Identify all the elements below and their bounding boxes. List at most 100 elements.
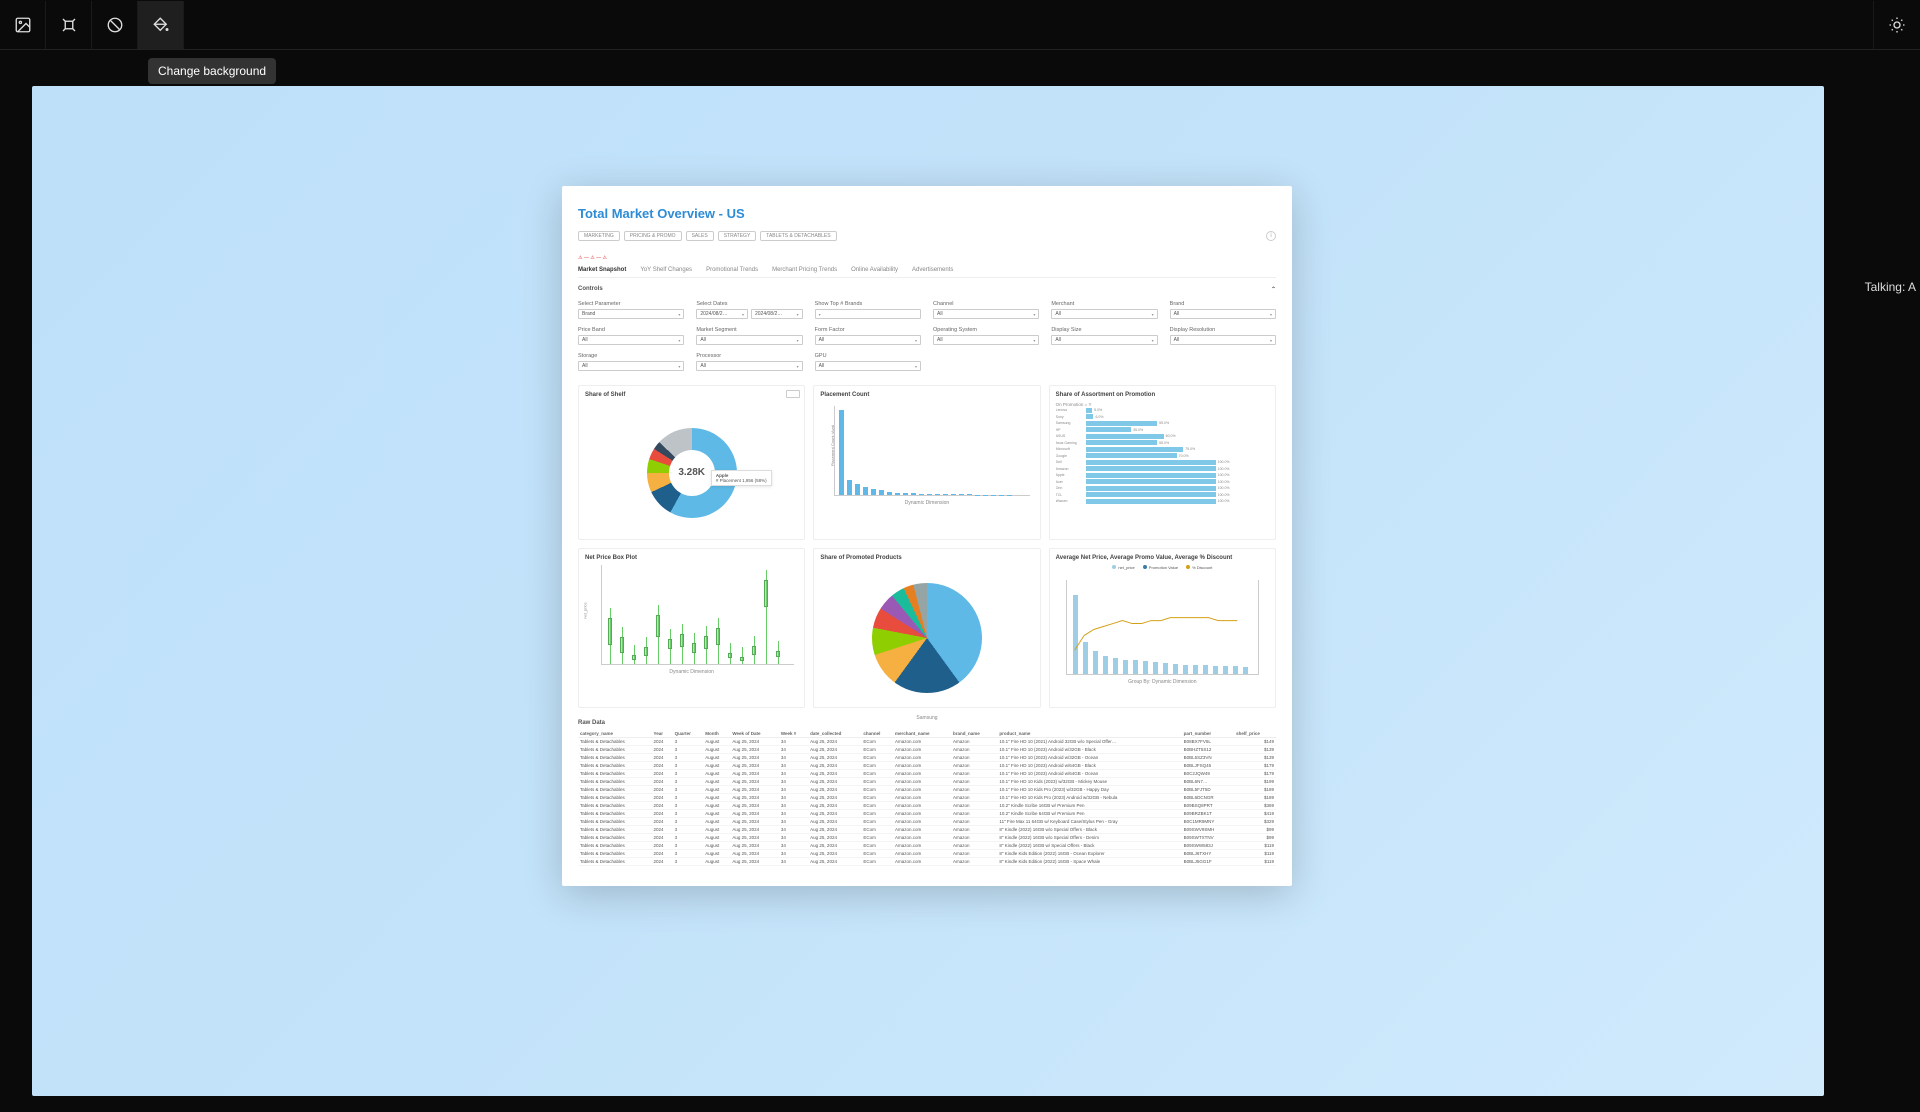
table-row[interactable]: Tablets & Detachables20243AugustAug 25, … <box>578 746 1276 754</box>
donut-chart: 3.28K Apple # Placement 1,856 (58%) <box>647 428 737 518</box>
control-label: Processor <box>696 353 802 359</box>
table-row[interactable]: Tablets & Detachables20243AugustAug 25, … <box>578 770 1276 778</box>
chart-title: Net Price Box Plot <box>585 555 798 561</box>
control-select[interactable]: All <box>815 361 921 371</box>
table-row[interactable]: Tablets & Detachables20243AugustAug 25, … <box>578 738 1276 746</box>
expand-icon[interactable] <box>786 390 800 398</box>
table-row[interactable]: Tablets & Detachables20243AugustAug 25, … <box>578 778 1276 786</box>
chart-title: Average Net Price, Average Promo Value, … <box>1056 555 1269 561</box>
table-row[interactable]: Tablets & Detachables20243AugustAug 25, … <box>578 834 1276 842</box>
table-row[interactable]: Tablets & Detachables20243AugustAug 25, … <box>578 810 1276 818</box>
control-formfactor: Form Factor All <box>815 327 921 345</box>
frame-tool-button[interactable] <box>46 1 92 49</box>
date-to-input[interactable]: 2024/08/2… <box>751 309 803 319</box>
control-label: Select Parameter <box>578 301 684 307</box>
chart-title: Share of Shelf <box>585 392 798 398</box>
table-header: date_collected <box>808 730 861 738</box>
control-select[interactable]: All <box>1051 309 1157 319</box>
theme-toggle-button[interactable] <box>1874 1 1920 49</box>
control-label: Price Band <box>578 327 684 333</box>
table-row[interactable]: Tablets & Detachables20243AugustAug 25, … <box>578 850 1276 858</box>
chart-caption: Dynamic Dimension <box>585 669 798 675</box>
tooltip: Change background <box>148 58 276 84</box>
tab-availability[interactable]: Online Availability <box>851 267 898 273</box>
table-header: part_number <box>1182 730 1234 738</box>
table-header: merchant_name <box>893 730 951 738</box>
canvas[interactable]: Total Market Overview - US MARKETING PRI… <box>32 86 1824 1096</box>
date-from-input[interactable]: 2024/08/2… <box>696 309 748 319</box>
control-select[interactable]: All <box>578 361 684 371</box>
chevron-up-icon: ⌃ <box>1271 286 1276 293</box>
control-topn: Show Top # Brands <box>815 301 921 319</box>
control-brand: Brand All <box>1170 301 1276 319</box>
control-select[interactable]: All <box>1051 335 1157 345</box>
tag: MARKETING <box>578 231 620 241</box>
image-tool-button[interactable] <box>0 1 46 49</box>
table-header-row: category_nameYearQuarterMonthWeek of Dat… <box>578 730 1276 738</box>
chart-caption: Group By: Dynamic Dimension <box>1056 679 1269 685</box>
control-merchant: Merchant All <box>1051 301 1157 319</box>
controls-header[interactable]: Controls ⌃ <box>578 286 1276 293</box>
placement-count-chart: Placement Count Placement Count (Avg) Dy… <box>813 385 1040 540</box>
control-input[interactable] <box>815 309 921 319</box>
info-icon[interactable]: i <box>1266 231 1276 241</box>
tag: STRATEGY <box>718 231 757 241</box>
tab-ads[interactable]: Advertisements <box>912 267 953 273</box>
table-header: product_name <box>997 730 1181 738</box>
control-label: Merchant <box>1051 301 1157 307</box>
control-select[interactable]: All <box>1170 335 1276 345</box>
image-icon <box>14 16 32 34</box>
combo-legend: net_price Promotion Value % Discount <box>1056 565 1269 570</box>
assortment-promo-chart: Share of Assortment on Promotion On Prom… <box>1049 385 1276 540</box>
tab-market-snapshot[interactable]: Market Snapshot <box>578 267 626 273</box>
table-body: Tablets & Detachables20243AugustAug 25, … <box>578 738 1276 866</box>
table-header: brand_name <box>951 730 997 738</box>
tag: PRICING & PROMO <box>624 231 682 241</box>
table-row[interactable]: Tablets & Detachables20243AugustAug 25, … <box>578 858 1276 866</box>
alert-line: ⚠ — ⚠ — ⚠ <box>578 255 1276 261</box>
raw-data-table: category_nameYearQuarterMonthWeek of Dat… <box>578 730 1276 866</box>
hbar-area: Lenovo5.0%Sony6.0%Samsung55.0%HP35.0%ASU… <box>1056 407 1269 517</box>
table-row[interactable]: Tablets & Detachables20243AugustAug 25, … <box>578 794 1276 802</box>
control-os: Operating System All <box>933 327 1039 345</box>
controls-label: Controls <box>578 286 603 293</box>
table-row[interactable]: Tablets & Detachables20243AugustAug 25, … <box>578 786 1276 794</box>
control-select[interactable]: All <box>1170 309 1276 319</box>
control-select[interactable]: All <box>815 335 921 345</box>
table-row[interactable]: Tablets & Detachables20243AugustAug 25, … <box>578 754 1276 762</box>
control-processor: Processor All <box>696 353 802 371</box>
control-select[interactable]: Brand <box>578 309 684 319</box>
control-select[interactable]: All <box>578 335 684 345</box>
chart-caption: Samsung <box>820 715 1033 721</box>
table-row[interactable]: Tablets & Detachables20243AugustAug 25, … <box>578 842 1276 850</box>
table-row[interactable]: Tablets & Detachables20243AugustAug 25, … <box>578 818 1276 826</box>
donut-tooltip: Apple # Placement 1,856 (58%) <box>711 470 772 486</box>
no-background-button[interactable] <box>92 1 138 49</box>
control-select[interactable]: All <box>696 361 802 371</box>
control-resolution: Display Resolution All <box>1170 327 1276 345</box>
table-header: Week of Date <box>730 730 779 738</box>
tag: SALES <box>686 231 714 241</box>
toolbar <box>0 0 1920 50</box>
tab-merchant-pricing[interactable]: Merchant Pricing Trends <box>772 267 837 273</box>
donut-center: 3.28K <box>669 450 715 496</box>
change-background-button[interactable] <box>138 1 184 49</box>
boxplot-area <box>601 565 794 665</box>
control-select[interactable]: All <box>696 335 802 345</box>
control-select[interactable]: All <box>933 309 1039 319</box>
control-label: Operating System <box>933 327 1039 333</box>
table-row[interactable]: Tablets & Detachables20243AugustAug 25, … <box>578 826 1276 834</box>
table-row[interactable]: Tablets & Detachables20243AugustAug 25, … <box>578 802 1276 810</box>
table-header: channel <box>861 730 893 738</box>
tab-yoy-shelf[interactable]: YoY Shelf Changes <box>640 267 692 273</box>
table-row[interactable]: Tablets & Detachables20243AugustAug 25, … <box>578 762 1276 770</box>
control-gpu: GPU All <box>815 353 921 371</box>
controls-grid: Select Parameter Brand Select Dates 2024… <box>578 301 1276 371</box>
control-channel: Channel All <box>933 301 1039 319</box>
frame-icon <box>60 16 78 34</box>
control-select[interactable]: All <box>933 335 1039 345</box>
dashboard-title: Total Market Overview - US <box>578 206 1276 221</box>
dashboard-preview: Total Market Overview - US MARKETING PRI… <box>562 186 1292 886</box>
tab-promo-trends[interactable]: Promotional Trends <box>706 267 758 273</box>
chart-title: Share of Assortment on Promotion <box>1056 392 1269 398</box>
